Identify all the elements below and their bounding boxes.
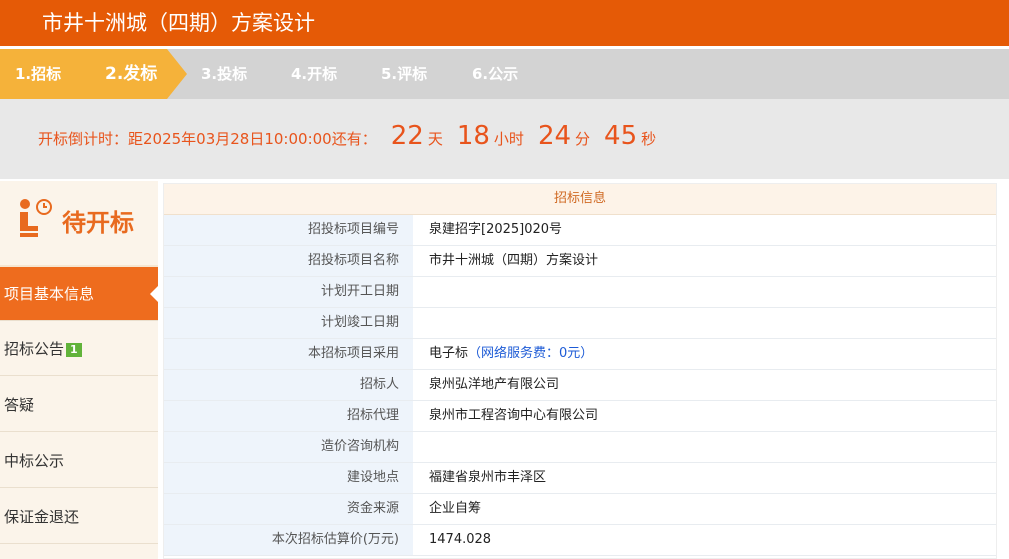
announcement-count-badge: 1: [66, 342, 82, 357]
sidebar-item-deposit-refund[interactable]: 保证金退还: [0, 490, 158, 544]
row-key: 招投标项目名称: [164, 246, 413, 276]
table-row: 资金来源 企业自筹: [164, 494, 996, 525]
table-row: 本招标项目采用 电子标（网络服务费：0元）: [164, 339, 996, 370]
table-row: 招投标项目编号 泉建招字[2025]020号: [164, 215, 996, 246]
table-row: 本次招标估算价(万元) 1474.028: [164, 525, 996, 556]
row-value: [414, 277, 996, 307]
countdown-label: 开标倒计时：距2025年03月28日10:00:00还有：: [38, 130, 377, 148]
page-title: 市井十洲城（四期）方案设计: [42, 11, 315, 35]
countdown-minutes: 24: [537, 121, 572, 151]
table-row: 造价咨询机构: [164, 432, 996, 463]
table-row: 计划开工日期: [164, 277, 996, 308]
row-value: 市井十洲城（四期）方案设计: [429, 253, 599, 268]
row-key: 招投标项目编号: [164, 215, 413, 245]
row-key: 本招标项目采用: [164, 339, 413, 369]
panel-title: 招标信息: [164, 184, 996, 215]
service-fee-link[interactable]: （网络服务费：0元）: [468, 346, 593, 361]
table-row: 招标人 泉州弘洋地产有限公司: [164, 370, 996, 401]
sidebar: 待开标 项目基本信息 招标公告 1 答疑 中标公示 保证金退还: [0, 181, 158, 559]
sidebar-item-label: 项目基本信息: [4, 285, 95, 303]
countdown-days: 22: [390, 121, 424, 151]
countdown-days-unit: 天: [427, 130, 443, 148]
progress-steps: 1.招标 2.发标 3.投标 4.开标 5.评标 6.公示: [0, 49, 1009, 99]
sidebar-item-label: 答疑: [4, 396, 35, 414]
sidebar-item-project-info[interactable]: 项目基本信息: [0, 267, 158, 321]
row-value: 企业自筹: [429, 501, 482, 516]
sidebar-item-label: 保证金退还: [4, 508, 80, 526]
countdown-seconds: 45: [604, 121, 638, 151]
row-key: 招标代理: [164, 401, 413, 431]
step-4[interactable]: 4.开标: [291, 49, 337, 99]
row-key: 资金来源: [164, 494, 413, 524]
row-key: 招标人: [164, 370, 413, 400]
sidebar-item-award-notice[interactable]: 中标公示: [0, 434, 158, 488]
step-3[interactable]: 3.投标: [201, 49, 247, 99]
row-value: 泉建招字[2025]020号: [429, 222, 563, 237]
row-key: 造价咨询机构: [164, 432, 413, 462]
waiting-person-icon: [20, 199, 52, 237]
step-5[interactable]: 5.评标: [381, 49, 427, 99]
countdown-timer: 开标倒计时：距2025年03月28日10:00:00还有： 22 天 18 小时…: [38, 121, 656, 157]
row-value: 电子标: [429, 346, 469, 361]
row-key: 建设地点: [164, 463, 413, 493]
bid-info-panel: 招标信息 招投标项目编号 泉建招字[2025]020号 招投标项目名称 市井十洲…: [163, 183, 997, 559]
sidebar-item-label: 中标公示: [4, 452, 65, 470]
row-key: 计划竣工日期: [164, 308, 413, 338]
table-row: 招标代理 泉州市工程咨询中心有限公司: [164, 401, 996, 432]
row-value: 1474.028: [429, 532, 492, 547]
countdown-hours-unit: 小时: [493, 130, 524, 148]
step-2[interactable]: 2.发标: [105, 49, 157, 99]
sidebar-status-header: 待开标: [0, 181, 158, 267]
countdown-minutes-unit: 分: [575, 130, 591, 148]
row-value-container: 电子标（网络服务费：0元）: [414, 339, 996, 369]
table-row: 招投标项目名称 市井十洲城（四期）方案设计: [164, 246, 996, 277]
row-key: 计划开工日期: [164, 277, 413, 307]
countdown-seconds-unit: 秒: [641, 130, 657, 148]
countdown-hours: 18: [456, 121, 490, 151]
row-value: 泉州市工程咨询中心有限公司: [429, 408, 599, 423]
step-1[interactable]: 1.招标: [15, 49, 61, 99]
row-value: [414, 308, 996, 338]
sidebar-item-qa[interactable]: 答疑: [0, 378, 158, 432]
table-row: 计划竣工日期: [164, 308, 996, 339]
table-row: 建设地点 福建省泉州市丰泽区: [164, 463, 996, 494]
countdown-bar: 开标倒计时：距2025年03月28日10:00:00还有： 22 天 18 小时…: [0, 99, 1009, 179]
page-header: 市井十洲城（四期）方案设计: [0, 0, 1009, 46]
step-6[interactable]: 6.公示: [472, 49, 518, 99]
row-value: [414, 432, 996, 462]
row-value: 泉州弘洋地产有限公司: [429, 377, 560, 392]
row-key: 本次招标估算价(万元): [164, 525, 413, 555]
row-value: 福建省泉州市丰泽区: [429, 470, 547, 485]
sidebar-item-announcement[interactable]: 招标公告 1: [0, 322, 158, 376]
bid-status: 待开标: [62, 209, 134, 237]
active-step-arrow: [167, 49, 187, 99]
sidebar-item-label: 招标公告: [4, 340, 65, 358]
